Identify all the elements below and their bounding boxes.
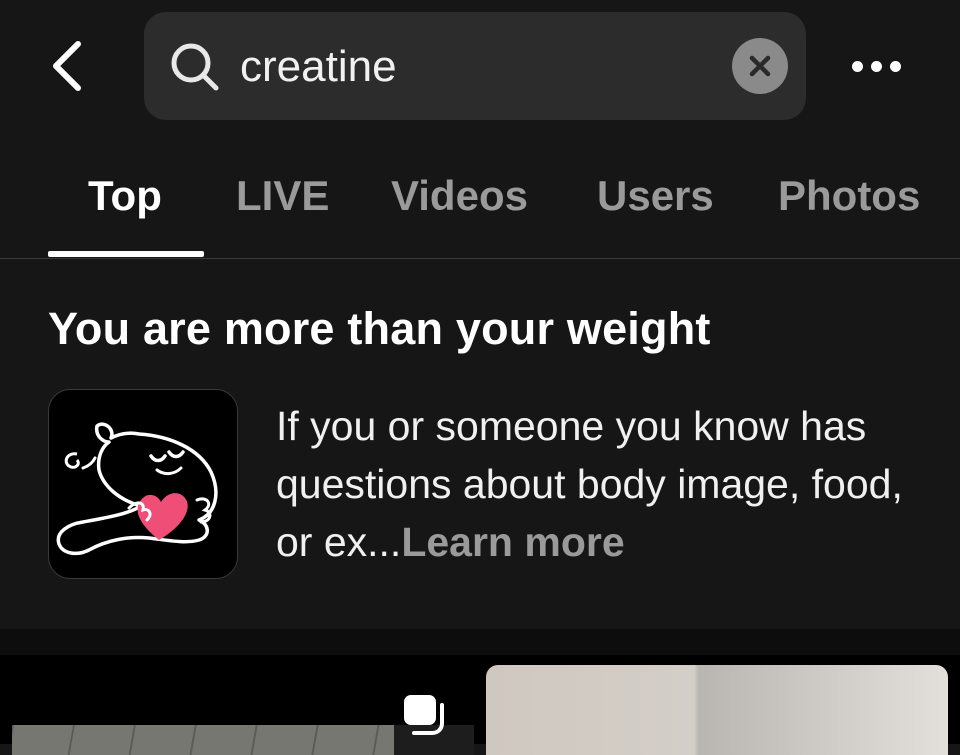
clear-icon [749, 55, 771, 77]
more-options-button[interactable] [840, 40, 912, 92]
body-image-heart-illustration [56, 422, 218, 556]
active-tab-indicator [48, 251, 204, 257]
tab-top[interactable]: Top [88, 172, 162, 220]
search-tabs: Top LIVE Videos Users Photos [0, 150, 960, 259]
more-icon [870, 60, 882, 72]
clear-search-button[interactable] [732, 38, 788, 94]
notice-thumbnail[interactable] [48, 389, 238, 579]
back-chevron-icon [53, 41, 81, 91]
notice-title: You are more than your weight [48, 303, 711, 354]
result-card[interactable] [486, 665, 948, 755]
more-icon [851, 60, 863, 72]
learn-more-link[interactable]: Learn more [401, 519, 624, 565]
results-grid [0, 655, 960, 755]
section-divider [0, 629, 960, 655]
tab-live[interactable]: LIVE [236, 172, 329, 220]
tab-users[interactable]: Users [597, 172, 714, 220]
wellbeing-notice: You are more than your weight If you or … [0, 259, 960, 629]
top-bar [0, 0, 960, 130]
tab-videos[interactable]: Videos [391, 172, 528, 220]
search-input[interactable] [240, 40, 720, 94]
search-icon [171, 43, 219, 91]
search-bar[interactable] [144, 12, 806, 120]
multi-photo-icon [404, 695, 444, 735]
notice-body: If you or someone you know has questions… [276, 397, 936, 571]
tab-photos[interactable]: Photos [778, 172, 920, 220]
more-icon [889, 60, 901, 72]
back-button[interactable] [40, 38, 96, 94]
